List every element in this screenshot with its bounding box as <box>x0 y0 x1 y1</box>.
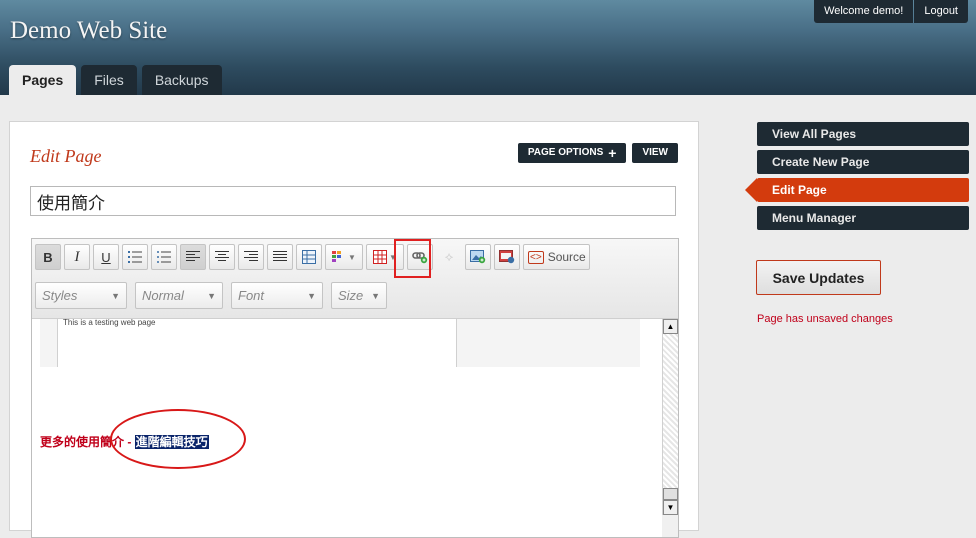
underline-label: U <box>101 249 111 265</box>
account-links: Welcome demo! Logout <box>813 0 968 23</box>
justify-button[interactable] <box>267 244 293 270</box>
editor-scrollbar[interactable]: ▲ ▼ <box>662 319 678 515</box>
italic-button[interactable]: I <box>64 244 90 270</box>
toolbar-row-formatting: B I U ▼ ▼ ⟡ <> Source <box>35 244 593 270</box>
main-tabs: Pages Files Backups <box>9 65 227 95</box>
scroll-up-icon[interactable]: ▲ <box>663 319 678 334</box>
site-header: Demo Web Site Welcome demo! Logout Pages… <box>0 0 976 95</box>
numbered-list-button[interactable] <box>122 244 148 270</box>
numbered-list-icon <box>128 251 142 263</box>
chevron-down-icon: ▼ <box>207 290 216 301</box>
bold-label: B <box>43 249 53 265</box>
bold-button[interactable]: B <box>35 244 61 270</box>
source-code-icon: <> <box>528 250 544 264</box>
media-icon <box>499 250 515 264</box>
sidebar-item-view-all-pages[interactable]: View All Pages <box>757 122 969 146</box>
logout-link[interactable]: Logout <box>914 0 968 23</box>
unsaved-changes-message: Page has unsaved changes <box>757 313 893 325</box>
table-grid-icon <box>302 250 316 264</box>
italic-label: I <box>74 248 80 265</box>
image-icon <box>470 250 486 264</box>
insert-image-button[interactable] <box>465 244 491 270</box>
align-left-icon <box>186 251 200 261</box>
insert-flash-button[interactable] <box>494 244 520 270</box>
align-center-button[interactable] <box>209 244 235 270</box>
underline-button[interactable]: U <box>93 244 119 270</box>
styles-dropdown[interactable]: Styles ▼ <box>35 282 127 309</box>
editor-content-area[interactable]: This is a testing web page 更多的使用簡介 - 進階編… <box>32 319 662 537</box>
preview-text: This is a testing web page <box>63 319 156 327</box>
sidebar-item-menu-manager[interactable]: Menu Manager <box>757 206 969 230</box>
toolbar-row-styles: Styles ▼ Normal ▼ Font ▼ Size ▼ <box>35 282 395 309</box>
align-right-icon <box>244 251 258 261</box>
font-dropdown[interactable]: Font ▼ <box>231 282 323 309</box>
font-dropdown-label: Font <box>238 288 265 303</box>
editor-toolbar: B I U ▼ ▼ ⟡ <> Source Styles ▼ Normal ▼ … <box>32 239 678 319</box>
tab-pages[interactable]: Pages <box>9 65 77 95</box>
panel-actions: PAGE OPTIONS + VIEW <box>512 143 678 163</box>
page-options-label: PAGE OPTIONS <box>527 147 604 158</box>
justify-icon <box>273 251 287 261</box>
site-title: Demo Web Site <box>10 17 168 44</box>
styles-dropdown-label: Styles <box>42 288 78 303</box>
scroll-down-icon[interactable]: ▼ <box>663 500 678 515</box>
page-title-input[interactable] <box>30 186 676 216</box>
table-icon <box>373 250 388 264</box>
size-dropdown-label: Size <box>338 288 364 303</box>
welcome-link[interactable]: Welcome demo! <box>814 0 914 23</box>
show-blocks-button[interactable] <box>296 244 322 270</box>
page-options-button[interactable]: PAGE OPTIONS + <box>517 143 627 163</box>
color-palette-icon <box>332 251 342 262</box>
bulleted-list-button[interactable] <box>151 244 177 270</box>
source-label: Source <box>547 250 586 264</box>
link-button-highlight <box>394 239 431 278</box>
unlink-icon: ⟡ <box>444 249 454 264</box>
edit-page-panel: Edit Page PAGE OPTIONS + VIEW B I U <box>9 121 699 538</box>
sidebar-item-create-new-page[interactable]: Create New Page <box>757 150 969 174</box>
view-button[interactable]: VIEW <box>632 143 678 163</box>
scroll-thumb[interactable] <box>663 488 678 500</box>
unlink-button[interactable]: ⟡ <box>436 244 462 270</box>
chevron-down-icon: ▼ <box>371 290 380 301</box>
bulleted-list-icon <box>157 251 171 263</box>
annotation-circle <box>110 409 246 469</box>
text-color-button[interactable]: ▼ <box>325 244 363 270</box>
sidebar-nav: View All Pages Create New Page Edit Page… <box>745 122 969 234</box>
plus-icon: + <box>608 145 617 161</box>
source-button[interactable]: <> Source <box>523 244 590 270</box>
format-dropdown-label: Normal <box>142 288 184 303</box>
chevron-down-icon: ▼ <box>111 290 120 301</box>
align-center-icon <box>215 251 229 261</box>
embedded-preview-page: This is a testing web page <box>57 319 457 367</box>
rich-text-editor: B I U ▼ ▼ ⟡ <> Source Styles ▼ Normal ▼ … <box>31 238 679 538</box>
tab-backups[interactable]: Backups <box>141 65 222 95</box>
sidebar-item-edit-page[interactable]: Edit Page <box>745 178 969 202</box>
format-dropdown[interactable]: Normal ▼ <box>135 282 223 309</box>
save-updates-button[interactable]: Save Updates <box>756 260 881 295</box>
align-left-button[interactable] <box>180 244 206 270</box>
embedded-preview: This is a testing web page <box>40 319 640 367</box>
chevron-down-icon: ▼ <box>307 290 316 301</box>
align-right-button[interactable] <box>238 244 264 270</box>
chevron-down-icon: ▼ <box>348 252 356 262</box>
size-dropdown[interactable]: Size ▼ <box>331 282 387 309</box>
tab-files[interactable]: Files <box>81 65 137 95</box>
page-title: Edit Page <box>30 146 102 166</box>
